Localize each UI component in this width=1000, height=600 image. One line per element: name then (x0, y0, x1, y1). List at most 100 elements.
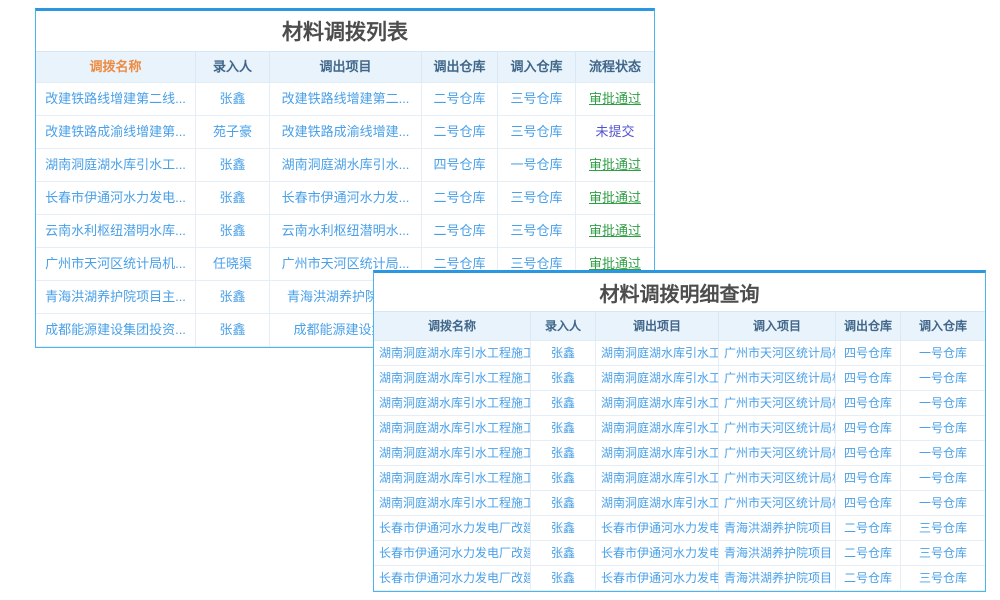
cell-name: 广州市天河区统计局机... (36, 248, 196, 280)
table-row[interactable]: 湖南洞庭湖水库引水工程施工I张鑫湖南洞庭湖水库引水工程广州市天河区统计局机四号仓… (374, 441, 985, 466)
table-row[interactable]: 湖南洞庭湖水库引水工程施工I张鑫湖南洞庭湖水库引水工程广州市天河区统计局机四号仓… (374, 416, 985, 441)
column-header-4: 调入项目 (719, 312, 836, 340)
cell-out_project: 湖南洞庭湖水库引水工程 (596, 441, 719, 465)
cell-out_project: 改建铁路线增建第二... (270, 83, 422, 115)
cell-name: 青海洪湖养护院项目主... (36, 281, 196, 313)
cell-in_project: 广州市天河区统计局机 (719, 391, 836, 415)
column-header-1: 调拨名称 (374, 312, 531, 340)
table-row[interactable]: 长春市伊通河水力发电厂改建工张鑫长春市伊通河水力发电厂青海洪湖养护院项目二号仓库… (374, 516, 985, 541)
table-row[interactable]: 长春市伊通河水力发电...张鑫长春市伊通河水力发...二号仓库三号仓库审批通过 (36, 182, 654, 215)
table-row[interactable]: 湖南洞庭湖水库引水工程施工I张鑫湖南洞庭湖水库引水工程广州市天河区统计局机四号仓… (374, 491, 985, 516)
cell-entered_by: 张鑫 (196, 149, 270, 181)
column-header-6: 调入仓库 (901, 312, 985, 340)
cell-out_warehouse: 二号仓库 (836, 566, 901, 590)
cell-out_warehouse: 二号仓库 (836, 541, 901, 565)
status-link[interactable]: 审批通过 (589, 190, 641, 205)
cell-out_project: 长春市伊通河水力发电厂 (596, 541, 719, 565)
status-link[interactable]: 审批通过 (589, 256, 641, 271)
cell-entered_by: 张鑫 (196, 182, 270, 214)
cell-entered_by: 张鑫 (531, 491, 596, 515)
cell-in_warehouse: 一号仓库 (901, 366, 985, 390)
cell-out_project: 湖南洞庭湖水库引水工程 (596, 416, 719, 440)
cell-out_project: 湖南洞庭湖水库引水工程 (596, 466, 719, 490)
cell-status: 审批通过 (576, 182, 654, 214)
column-header-2: 录入人 (531, 312, 596, 340)
cell-in_warehouse: 三号仓库 (901, 566, 985, 590)
column-header-5: 调出仓库 (836, 312, 901, 340)
cell-out_warehouse: 二号仓库 (422, 215, 498, 247)
cell-status: 未提交 (576, 116, 654, 148)
cell-in_warehouse: 三号仓库 (901, 541, 985, 565)
cell-in_warehouse: 三号仓库 (498, 215, 576, 247)
status-link[interactable]: 审批通过 (589, 223, 641, 238)
column-header-3[interactable]: 调出项目 (270, 52, 422, 82)
cell-out_project: 长春市伊通河水力发电厂 (596, 516, 719, 540)
cell-entered_by: 张鑫 (196, 83, 270, 115)
cell-out_project: 湖南洞庭湖水库引水工程 (596, 391, 719, 415)
cell-in_project: 青海洪湖养护院项目 (719, 516, 836, 540)
cell-entered_by: 任晓渠 (196, 248, 270, 280)
cell-entered_by: 张鑫 (531, 366, 596, 390)
cell-in_project: 广州市天河区统计局机 (719, 466, 836, 490)
column-header-6[interactable]: 流程状态 (576, 52, 654, 82)
cell-in_warehouse: 三号仓库 (498, 182, 576, 214)
cell-out_warehouse: 四号仓库 (836, 491, 901, 515)
cell-entered_by: 张鑫 (196, 314, 270, 346)
transfer-detail-body: 湖南洞庭湖水库引水工程施工I张鑫湖南洞庭湖水库引水工程广州市天河区统计局机四号仓… (374, 341, 985, 591)
status-link: 未提交 (595, 124, 634, 139)
cell-in_warehouse: 一号仓库 (901, 491, 985, 515)
table-row[interactable]: 云南水利枢纽潜明水库...张鑫云南水利枢纽潜明水...二号仓库三号仓库审批通过 (36, 215, 654, 248)
cell-in_warehouse: 一号仓库 (901, 341, 985, 365)
table-row[interactable]: 湖南洞庭湖水库引水工程施工I张鑫湖南洞庭湖水库引水工程广州市天河区统计局机四号仓… (374, 391, 985, 416)
cell-in_warehouse: 一号仓库 (901, 466, 985, 490)
cell-entered_by: 张鑫 (196, 281, 270, 313)
cell-name: 改建铁路成渝线增建第... (36, 116, 196, 148)
column-header-2[interactable]: 录入人 (196, 52, 270, 82)
cell-out_project: 长春市伊通河水力发... (270, 182, 422, 214)
cell-out_project: 改建铁路成渝线增建... (270, 116, 422, 148)
cell-out_warehouse: 四号仓库 (836, 366, 901, 390)
cell-in_warehouse: 三号仓库 (498, 83, 576, 115)
table-row[interactable]: 改建铁路成渝线增建第...苑子豪改建铁路成渝线增建...二号仓库三号仓库 未提交 (36, 116, 654, 149)
table-row[interactable]: 湖南洞庭湖水库引水工程施工I张鑫湖南洞庭湖水库引水工程广州市天河区统计局机四号仓… (374, 341, 985, 366)
table-row[interactable]: 湖南洞庭湖水库引水工程施工I张鑫湖南洞庭湖水库引水工程广州市天河区统计局机四号仓… (374, 366, 985, 391)
cell-in_warehouse: 三号仓库 (901, 516, 985, 540)
cell-name: 湖南洞庭湖水库引水工程施工I (374, 366, 531, 390)
cell-name: 长春市伊通河水力发电厂改建工 (374, 516, 531, 540)
transfer-list-title: 材料调拨列表 (36, 11, 654, 51)
cell-in_warehouse: 三号仓库 (498, 116, 576, 148)
cell-name: 湖南洞庭湖水库引水工程施工I (374, 391, 531, 415)
cell-entered_by: 张鑫 (531, 416, 596, 440)
cell-in_project: 青海洪湖养护院项目 (719, 541, 836, 565)
cell-entered_by: 张鑫 (531, 516, 596, 540)
cell-status: 审批通过 (576, 215, 654, 247)
cell-out_project: 云南水利枢纽潜明水... (270, 215, 422, 247)
table-row[interactable]: 长春市伊通河水力发电厂改建工张鑫长春市伊通河水力发电厂青海洪湖养护院项目二号仓库… (374, 541, 985, 566)
cell-name: 长春市伊通河水力发电... (36, 182, 196, 214)
column-header-4[interactable]: 调出仓库 (422, 52, 498, 82)
cell-entered_by: 张鑫 (531, 566, 596, 590)
status-link[interactable]: 审批通过 (589, 91, 641, 106)
cell-entered_by: 苑子豪 (196, 116, 270, 148)
cell-in_project: 广州市天河区统计局机 (719, 416, 836, 440)
table-row[interactable]: 湖南洞庭湖水库引水工程施工I张鑫湖南洞庭湖水库引水工程广州市天河区统计局机四号仓… (374, 466, 985, 491)
cell-out_warehouse: 二号仓库 (422, 83, 498, 115)
cell-out_warehouse: 四号仓库 (422, 149, 498, 181)
cell-name: 湖南洞庭湖水库引水工程施工I (374, 416, 531, 440)
cell-in_project: 广州市天河区统计局机 (719, 341, 836, 365)
cell-entered_by: 张鑫 (196, 215, 270, 247)
column-header-5[interactable]: 调入仓库 (498, 52, 576, 82)
table-row[interactable]: 长春市伊通河水力发电厂改建工张鑫长春市伊通河水力发电厂青海洪湖养护院项目二号仓库… (374, 566, 985, 591)
cell-name: 湖南洞庭湖水库引水工程施工I (374, 491, 531, 515)
cell-entered_by: 张鑫 (531, 441, 596, 465)
cell-name: 成都能源建设集团投资... (36, 314, 196, 346)
table-row[interactable]: 改建铁路线增建第二线...张鑫改建铁路线增建第二...二号仓库三号仓库审批通过 (36, 83, 654, 116)
cell-in_project: 广州市天河区统计局机 (719, 366, 836, 390)
cell-status: 审批通过 (576, 83, 654, 115)
cell-out_warehouse: 二号仓库 (422, 116, 498, 148)
status-link[interactable]: 审批通过 (589, 157, 641, 172)
cell-name: 湖南洞庭湖水库引水工程施工I (374, 341, 531, 365)
column-header-1[interactable]: 调拨名称 (36, 52, 196, 82)
cell-out_warehouse: 四号仓库 (836, 341, 901, 365)
table-row[interactable]: 湖南洞庭湖水库引水工...张鑫湖南洞庭湖水库引水...四号仓库一号仓库审批通过 (36, 149, 654, 182)
